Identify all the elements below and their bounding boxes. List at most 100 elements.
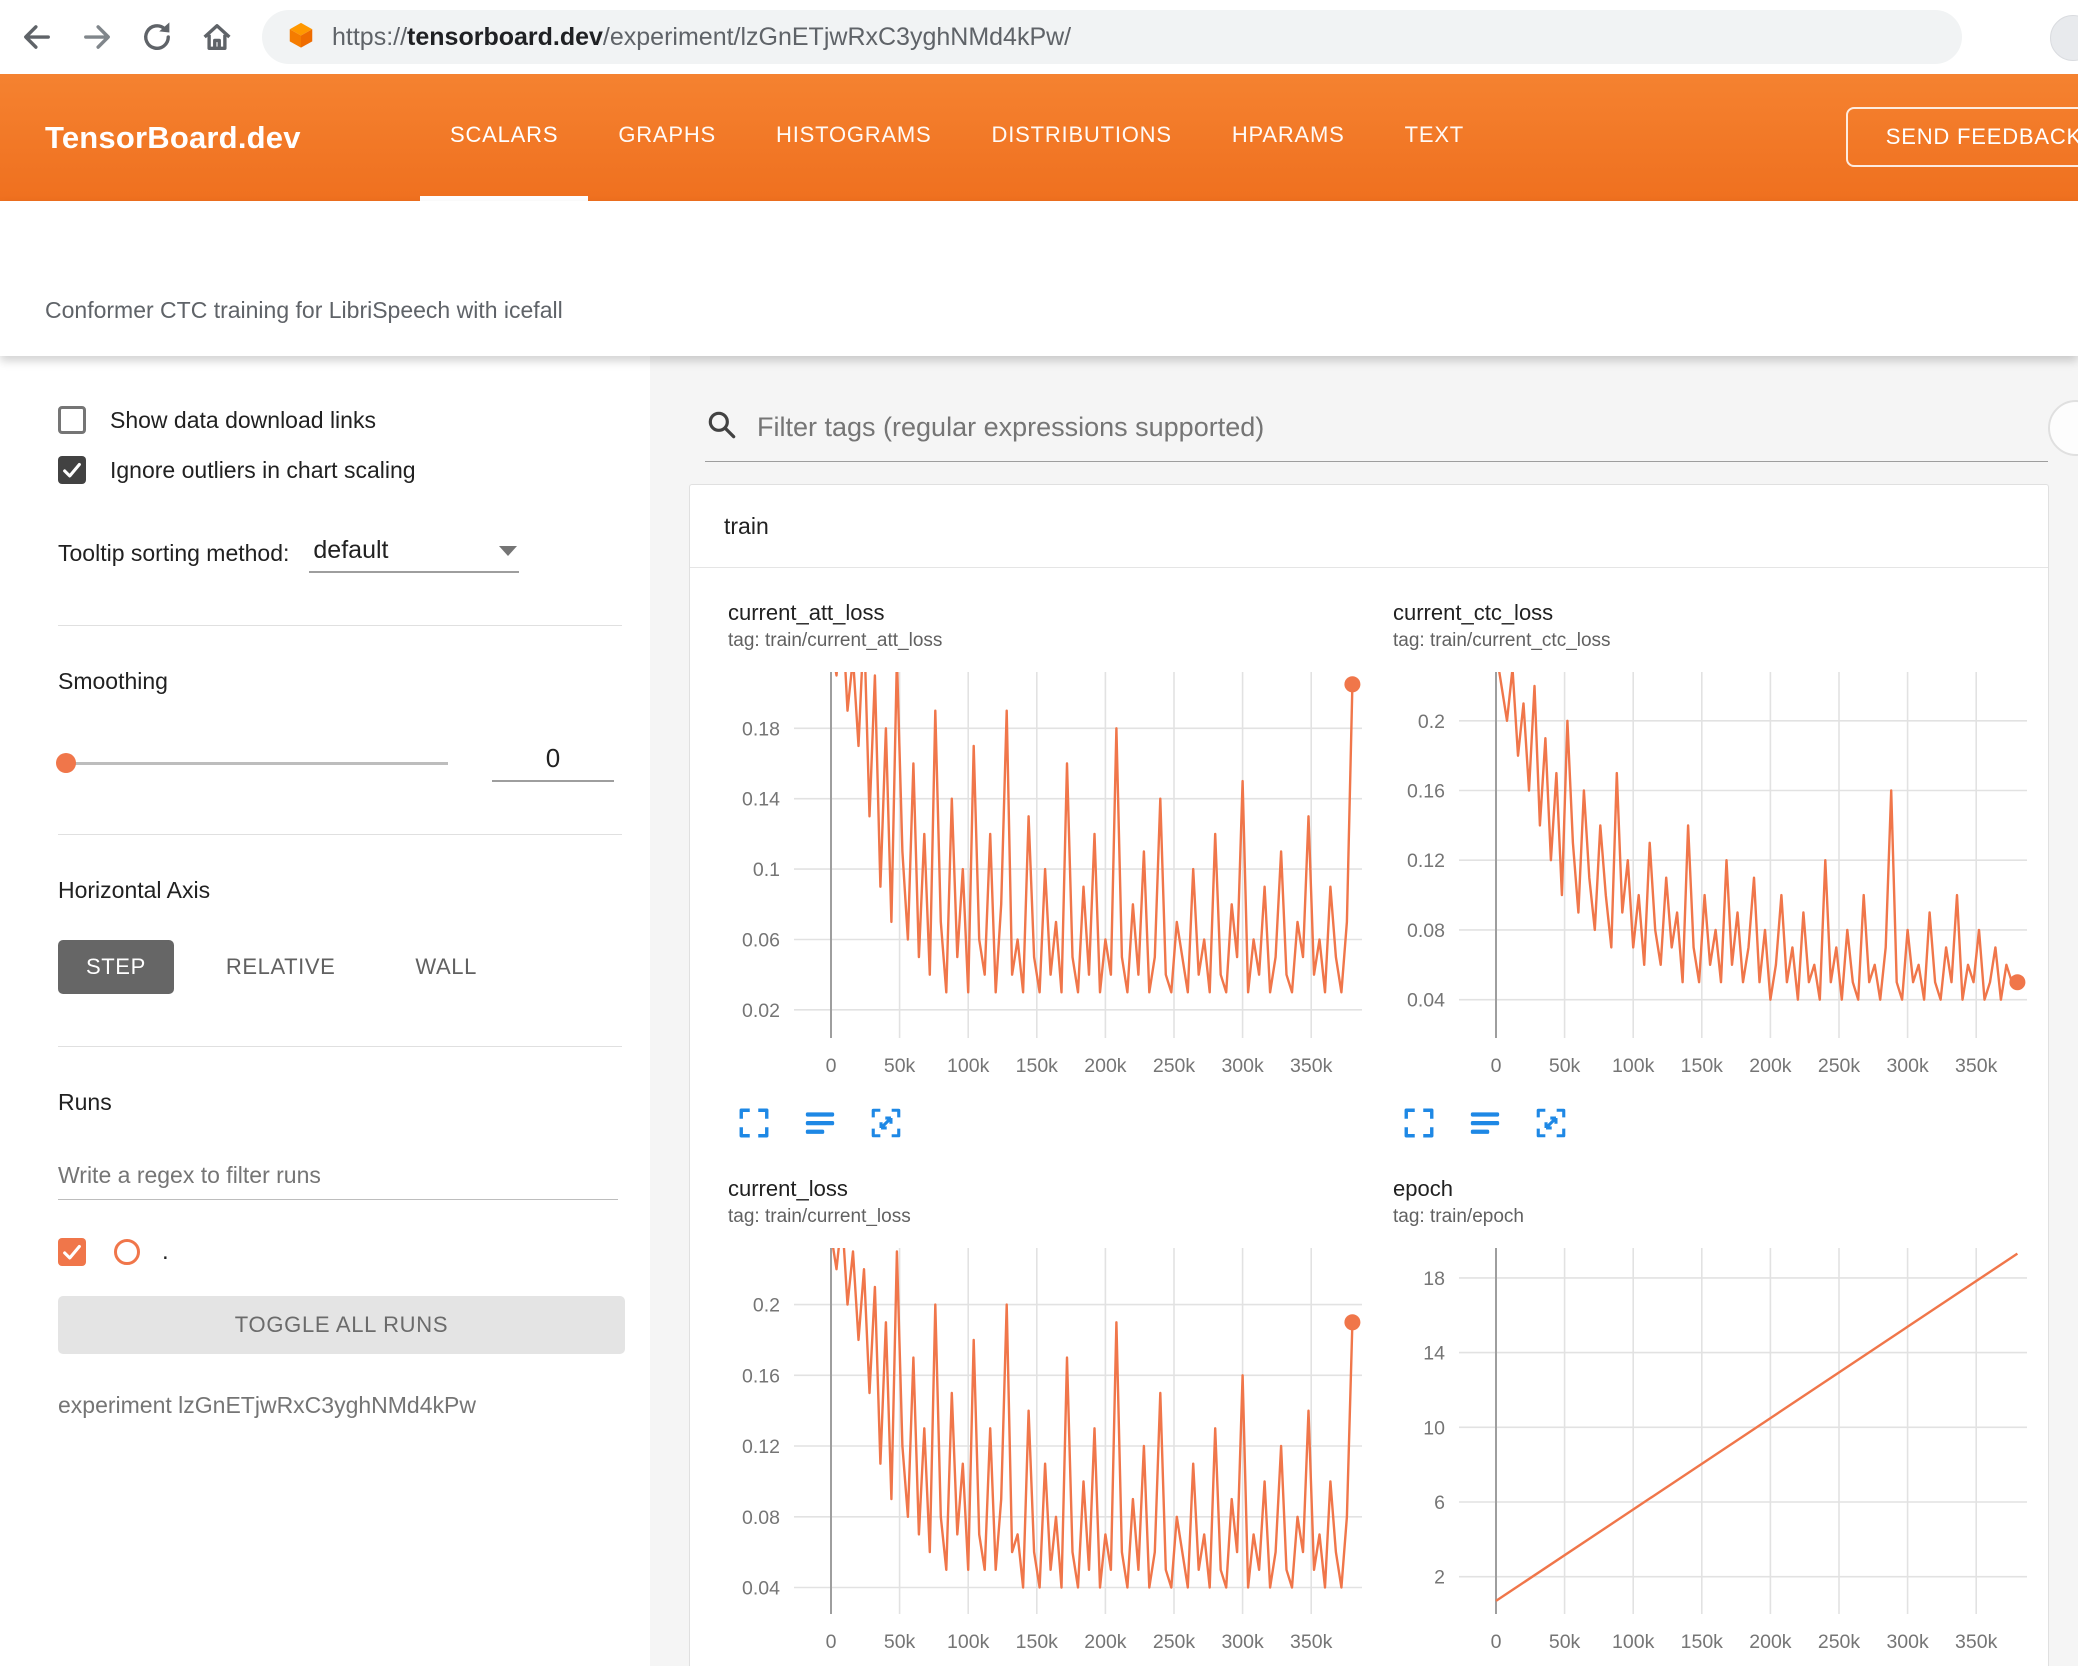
svg-text:100k: 100k bbox=[947, 1055, 990, 1077]
chart-plot[interactable]: 0 50k 100k 150k 200k 250k 300k 350k 0.2 0.16 0.12 0… bbox=[1379, 660, 2039, 1090]
nav-tabs: SCALARS GRAPHS HISTOGRAMS DISTRIBUTIONS … bbox=[420, 74, 1494, 201]
horizontal-axis-buttons: STEP RELATIVE WALL bbox=[58, 940, 622, 994]
ignore-outliers-checkbox[interactable]: Ignore outliers in chart scaling bbox=[58, 456, 622, 484]
chart-epoch: epoch tag: train/epoch 0 50k 100k 150k 200k 2… bbox=[1379, 1176, 2044, 1666]
divider bbox=[58, 834, 622, 835]
axis-step-button[interactable]: STEP bbox=[58, 940, 174, 994]
send-feedback-button[interactable]: SEND FEEDBACK bbox=[1845, 107, 2078, 167]
tab-scalars[interactable]: SCALARS bbox=[420, 74, 589, 201]
chart-tag: tag: train/current_ctc_loss bbox=[1393, 630, 1611, 651]
chart-plot[interactable]: 0 50k 100k 150k 200k 250k 300k 350k 18 14 10 6 2 bbox=[1379, 1236, 2039, 1666]
fit-domain-icon[interactable] bbox=[1533, 1105, 1569, 1141]
experiment-id-label: experiment lzGnETjwRxC3yghNMd4kPw bbox=[58, 1392, 476, 1418]
checkbox-checked[interactable] bbox=[58, 456, 86, 484]
app-header: TensorBoard.dev SCALARS GRAPHS HISTOGRAM… bbox=[0, 74, 2078, 201]
tab-histograms[interactable]: HISTOGRAMS bbox=[746, 74, 962, 201]
svg-text:250k: 250k bbox=[1153, 1631, 1196, 1653]
chart-title: epoch bbox=[1393, 1176, 1453, 1201]
tab-distributions[interactable]: DISTRIBUTIONS bbox=[962, 74, 1202, 201]
tag-filter-field[interactable] bbox=[705, 408, 2048, 462]
run-checkbox[interactable] bbox=[58, 1238, 86, 1266]
browser-avatar[interactable] bbox=[2050, 15, 2078, 61]
svg-text:0: 0 bbox=[1491, 1631, 1502, 1653]
tab-text[interactable]: TEXT bbox=[1375, 74, 1494, 201]
svg-text:250k: 250k bbox=[1153, 1055, 1196, 1077]
svg-text:0.06: 0.06 bbox=[742, 930, 780, 952]
chart-tag: tag: train/current_loss bbox=[728, 1206, 911, 1227]
help-button-partial[interactable] bbox=[2048, 400, 2078, 456]
address-bar[interactable]: https://tensorboard.dev/experiment/lzGnE… bbox=[262, 10, 1962, 64]
tag-filter-input[interactable] bbox=[757, 412, 2048, 443]
section-header-train[interactable]: train bbox=[690, 485, 2048, 568]
run-row[interactable]: . bbox=[58, 1238, 622, 1266]
svg-text:300k: 300k bbox=[1886, 1631, 1929, 1653]
checkbox-label: Show data download links bbox=[110, 406, 376, 433]
chart-current-loss: current_loss tag: train/current_loss 0 50… bbox=[714, 1176, 1379, 1666]
toggle-all-runs-button[interactable]: TOGGLE ALL RUNS bbox=[58, 1296, 625, 1354]
svg-text:150k: 150k bbox=[1681, 1055, 1724, 1077]
run-name: . bbox=[162, 1238, 169, 1265]
svg-text:200k: 200k bbox=[1084, 1055, 1127, 1077]
reload-icon[interactable] bbox=[134, 14, 180, 60]
svg-text:200k: 200k bbox=[1749, 1631, 1792, 1653]
charts-grid: current_att_loss tag: train/current_att_… bbox=[690, 568, 2048, 1666]
axis-wall-button[interactable]: WALL bbox=[387, 940, 505, 994]
fit-domain-icon[interactable] bbox=[868, 1105, 904, 1141]
svg-text:250k: 250k bbox=[1818, 1631, 1861, 1653]
runs-filter-input[interactable] bbox=[58, 1156, 618, 1200]
svg-text:0.08: 0.08 bbox=[1407, 920, 1445, 942]
svg-text:0.04: 0.04 bbox=[742, 1578, 780, 1600]
tab-hparams[interactable]: HPARAMS bbox=[1202, 74, 1375, 201]
smoothing-slider[interactable] bbox=[56, 752, 448, 773]
horizontal-axis-label: Horizontal Axis bbox=[58, 877, 211, 903]
home-icon[interactable] bbox=[194, 14, 240, 60]
svg-text:350k: 350k bbox=[1955, 1055, 1998, 1077]
svg-text:18: 18 bbox=[1423, 1268, 1445, 1290]
svg-text:0: 0 bbox=[1491, 1055, 1502, 1077]
svg-text:14: 14 bbox=[1423, 1343, 1445, 1365]
run-color-swatch bbox=[114, 1239, 140, 1265]
log-scale-icon[interactable] bbox=[802, 1105, 838, 1141]
forward-icon[interactable] bbox=[74, 14, 120, 60]
svg-text:350k: 350k bbox=[1290, 1631, 1333, 1653]
log-scale-icon[interactable] bbox=[1467, 1105, 1503, 1141]
show-download-links-checkbox[interactable]: Show data download links bbox=[58, 406, 622, 434]
svg-text:0.12: 0.12 bbox=[1407, 850, 1445, 872]
smoothing-label: Smoothing bbox=[58, 668, 168, 694]
smoothing-row: 0 bbox=[56, 743, 622, 782]
tooltip-sorting-dropdown[interactable]: default bbox=[309, 536, 520, 573]
chart-title: current_att_loss bbox=[728, 600, 885, 625]
svg-text:50k: 50k bbox=[884, 1055, 916, 1077]
svg-text:50k: 50k bbox=[884, 1631, 916, 1653]
tab-graphs[interactable]: GRAPHS bbox=[588, 74, 746, 201]
svg-text:6: 6 bbox=[1434, 1492, 1445, 1514]
fullscreen-icon[interactable] bbox=[1401, 1105, 1437, 1141]
train-card: train current_att_loss tag: train/curren… bbox=[689, 484, 2049, 1666]
svg-text:0.04: 0.04 bbox=[1407, 990, 1445, 1012]
chart-tag: tag: train/current_att_loss bbox=[728, 630, 943, 651]
svg-text:0.18: 0.18 bbox=[742, 718, 780, 740]
svg-text:0: 0 bbox=[826, 1631, 837, 1653]
back-icon[interactable] bbox=[14, 14, 60, 60]
slider-thumb[interactable] bbox=[56, 752, 76, 773]
check-icon bbox=[63, 1244, 81, 1260]
url-text: https://tensorboard.dev/experiment/lzGnE… bbox=[332, 23, 1071, 52]
page: https://tensorboard.dev/experiment/lzGnE… bbox=[0, 0, 2078, 1666]
slider-track[interactable] bbox=[58, 761, 448, 765]
svg-text:300k: 300k bbox=[1221, 1631, 1264, 1653]
svg-text:0: 0 bbox=[826, 1055, 837, 1077]
axis-relative-button[interactable]: RELATIVE bbox=[198, 940, 364, 994]
app-logo: TensorBoard.dev bbox=[45, 119, 301, 155]
checkbox-unchecked[interactable] bbox=[58, 406, 86, 434]
chart-tag: tag: train/epoch bbox=[1393, 1206, 1524, 1227]
url-scheme: https:// bbox=[332, 22, 408, 51]
svg-text:100k: 100k bbox=[1612, 1631, 1655, 1653]
tag-filter-row bbox=[650, 356, 2078, 462]
svg-text:150k: 150k bbox=[1016, 1631, 1059, 1653]
url-host: tensorboard.dev bbox=[407, 22, 603, 51]
chart-plot[interactable]: 0 50k 100k 150k 200k 250k 300k 350k 0.2 0.16 0.12 0… bbox=[714, 1236, 1374, 1666]
smoothing-value-field[interactable]: 0 bbox=[492, 743, 614, 782]
fullscreen-icon[interactable] bbox=[736, 1105, 772, 1141]
chart-plot[interactable]: 0 50k 100k 150k 200k 250k 300k 350k 0.18 0.14 0.1 0… bbox=[714, 660, 1374, 1090]
svg-text:50k: 50k bbox=[1549, 1631, 1581, 1653]
